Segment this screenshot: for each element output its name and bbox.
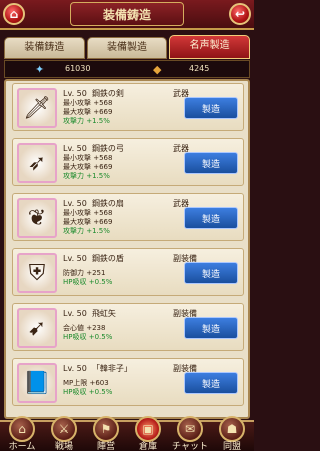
craft-button[interactable]: 製造 [184,372,238,394]
item-name: 鋼鉄の弓 [91,144,124,153]
nav-home[interactable]: ⌂ ホーム [1,416,43,451]
tab-equipment-crafting[interactable]: 装備製造 [86,37,168,59]
list-item: ➹ Lv. 50 飛虹矢 副装備 会心値 +238 HP吸収 +0.5% 製造 [12,303,244,351]
item-level-text: Lv. 50 [63,199,87,208]
item-stat: HP吸収 +0.5% [63,388,113,396]
item-stat: 攻撃力 +1.5% [63,117,110,125]
nav-label: ホーム [8,442,36,451]
item-stat: 攻撃力 +1.5% [63,227,110,235]
back-icon: ↩ [234,7,246,21]
craft-button[interactable]: 製造 [184,97,238,119]
craft-button[interactable]: 製造 [184,207,238,229]
item-level-text: Lv. 50 [63,254,87,263]
tab-bar: 装備鋳造 装備製造 名声製造 [4,35,251,59]
crystal-icon: ✦ [35,63,45,76]
item-name: 「韓非子」 [91,364,132,373]
book-icon[interactable]: 📘 [17,363,57,403]
nav-warehouse[interactable]: ▣ 倉庫 [127,416,169,451]
nav-alliance[interactable]: ☗ 同盟 [211,416,253,451]
item-level: Lv. 50 飛虹矢 [63,308,116,319]
quiver-icon[interactable]: ➹ [17,308,57,348]
item-name: 鋼鉄の剣 [91,89,124,98]
bottom-nav: ⌂ ホーム ⚔ 戦場 ⚑ 陣営 ▣ 倉庫 ✉ チャット ☗ 同盟 [0,416,254,451]
nav-label: チャット [172,442,208,451]
list-item: 📘 Lv. 50 「韓非子」 副装備 MP上限 +603 HP吸収 +0.5% 製造 [12,358,244,406]
sword-icon[interactable]: 🗡 [17,88,57,128]
fan-icon[interactable]: ❦ [17,198,57,238]
nav-battlefield[interactable]: ⚔ 戦場 [43,416,85,451]
recipe-list: 🗡 Lv. 50 鋼鉄の剣 武器 最小攻撃 +568 最大攻撃 +669 攻撃力 +1.5… [4,79,250,419]
list-item: 🗡 Lv. 50 鋼鉄の剣 武器 最小攻撃 +568 最大攻撃 +669 攻撃力 +1.5… [12,83,244,131]
item-level-text: Lv. 50 [63,144,87,153]
item-level-text: Lv. 50 [63,309,87,318]
craft-button[interactable]: 製造 [184,152,238,174]
item-level: Lv. 50 「韓非子」 [63,363,132,374]
nav-label: 戦場 [54,442,73,451]
tab-fame-crafting[interactable]: 名声製造 [169,35,251,59]
page-title: 装備鋳造 [102,8,151,22]
item-stat: HP吸収 +0.5% [63,278,113,286]
item-level-text: Lv. 50 [63,364,87,373]
item-level: Lv. 50 鋼鉄の盾 [63,253,124,264]
nav-chat[interactable]: ✉ チャット [169,416,211,451]
coin-bag-icon: ◆ [153,63,162,76]
nav-label: 同盟 [222,442,241,451]
shield-icon[interactable]: ⛨ [17,253,57,293]
list-item: ⛨ Lv. 50 鋼鉄の盾 副装備 防御力 +251 HP吸収 +0.5% 製造 [12,248,244,296]
back-button[interactable]: ↩ [229,3,251,25]
item-level-text: Lv. 50 [63,89,87,98]
craft-button[interactable]: 製造 [184,262,238,284]
craft-button[interactable]: 製造 [184,317,238,339]
resource-bar: ✦ 61030 ◆ 4245 [4,60,250,78]
item-stat: 攻撃力 +1.5% [63,172,110,180]
nav-label: 倉庫 [138,442,157,451]
item-stat: HP吸収 +0.5% [63,333,113,341]
tab-equipment-casting[interactable]: 装備鋳造 [4,37,85,59]
coin-count: 4245 [189,64,210,73]
item-name: 飛虹矢 [91,309,116,318]
item-name: 鋼鉄の盾 [91,254,124,263]
item-name: 鋼鉄の扇 [91,199,124,208]
nav-camp[interactable]: ⚑ 陣営 [85,416,127,451]
title-bar: ⌂ 装備鋳造 ↩ [0,0,254,30]
crystal-count: 61030 [65,64,91,73]
list-item: ➶ Lv. 50 鋼鉄の弓 武器 最小攻撃 +568 最大攻撃 +669 攻撃力 +1.5… [12,138,244,186]
nav-label: 陣営 [96,442,115,451]
list-item: ❦ Lv. 50 鋼鉄の扇 武器 最小攻撃 +568 最大攻撃 +669 攻撃力 +1.5… [12,193,244,241]
bow-icon[interactable]: ➶ [17,143,57,183]
